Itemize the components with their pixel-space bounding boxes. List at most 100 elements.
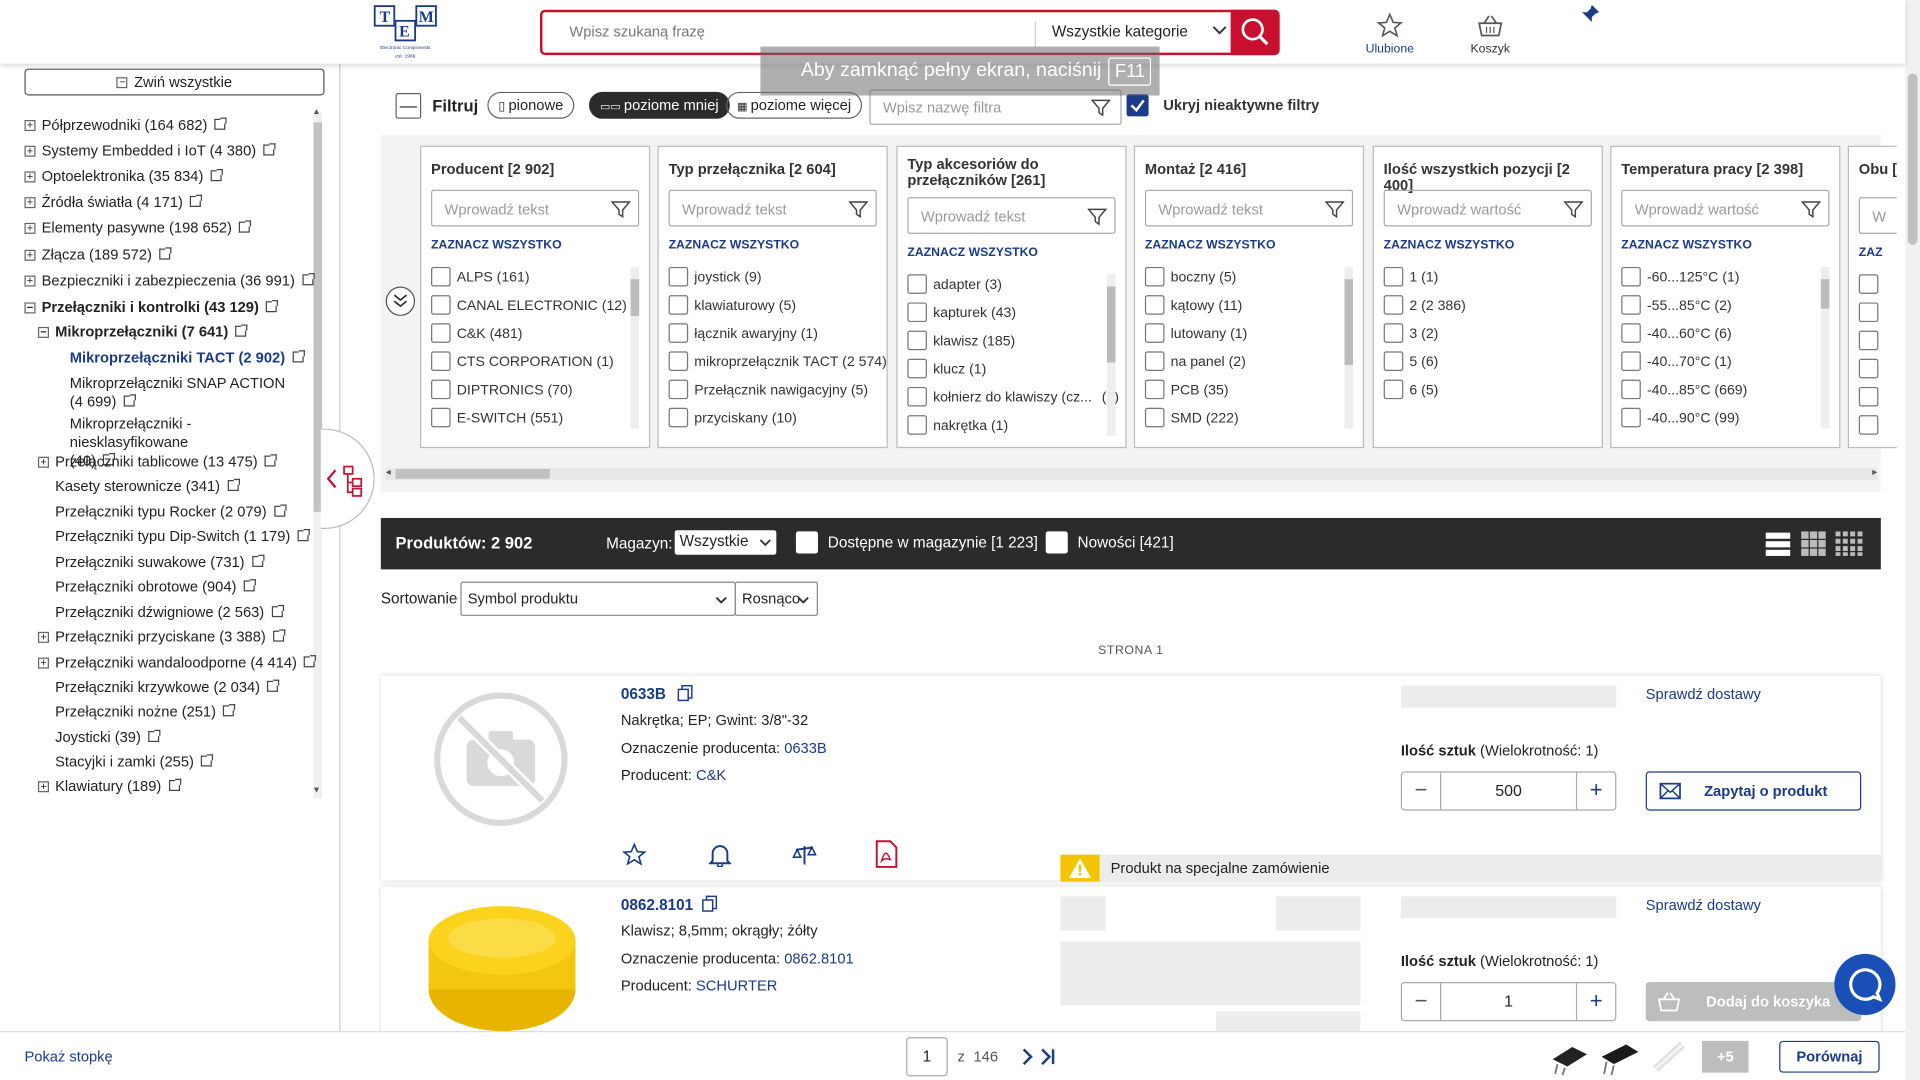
filter-option[interactable]: -40...85°C (669) (1621, 379, 1747, 400)
warehouse-select[interactable]: Wszystkie (674, 530, 777, 555)
filter-scrollbar[interactable] (1820, 266, 1830, 429)
filter-option[interactable]: 5 (6) (1383, 351, 1438, 372)
filter-option[interactable]: klucz (1) (907, 358, 986, 379)
checkbox[interactable] (1858, 302, 1879, 323)
product-symbol-link[interactable]: 0633B (621, 686, 666, 703)
external-link-icon[interactable] (201, 754, 214, 767)
filter-option[interactable]: klawiaturowy (5) (668, 295, 796, 315)
hide-inactive-checkbox[interactable] (1126, 94, 1149, 117)
filter-value-input[interactable]: Wprowadź wartość (1383, 189, 1592, 227)
last-page-icon[interactable] (1040, 1047, 1057, 1070)
external-link-icon[interactable] (266, 300, 279, 313)
check-delivery-link[interactable]: Sprawdź dostawy (1646, 686, 1761, 703)
filter-option[interactable]: 2 (2 386) (1383, 295, 1466, 315)
sidebar-item[interactable]: + Klawiatury (189) (37, 778, 181, 796)
sidebar-item[interactable]: Joysticki (39) (55, 729, 161, 747)
external-link-icon[interactable] (304, 655, 317, 668)
sidebar-item[interactable]: Przełączniki dźwigniowe (2 563) (55, 604, 284, 622)
sidebar-item[interactable]: + Złącza (189 572) (24, 246, 172, 264)
select-all-link[interactable]: ZAZNACZ WSZYSTKO (1384, 239, 1515, 252)
scrollbar-thumb[interactable] (395, 468, 550, 479)
checkbox[interactable] (668, 351, 689, 372)
scroll-left-icon[interactable]: ◂ (386, 467, 391, 478)
increase-button[interactable]: + (1575, 772, 1615, 810)
external-link-icon[interactable] (235, 324, 248, 337)
compare-more-badge[interactable]: +5 (1702, 1040, 1749, 1073)
filter-option[interactable]: -60...125°C (1) (1621, 266, 1739, 287)
filter-option[interactable]: łącznik awaryjny (1) (668, 323, 818, 343)
sidebar-item[interactable]: Mikroprzełączniki SNAP ACTION (4 699) (70, 375, 290, 412)
filter-option[interactable]: lutowany (1) (1144, 323, 1247, 343)
ask-product-button[interactable]: Zapytaj o produkt (1645, 771, 1862, 811)
external-link-icon[interactable] (302, 273, 315, 286)
filter-option[interactable]: joystick (9) (668, 266, 762, 287)
sidebar-item[interactable]: Kasety sterownicze (341) (55, 478, 240, 496)
quantity-input[interactable]: 1 (1441, 983, 1576, 1020)
checkbox[interactable] (1144, 295, 1165, 315)
sidebar-item[interactable]: + Bezpieczniki i zabezpieczenia (36 991) (24, 272, 315, 290)
checkbox[interactable] (1144, 351, 1165, 372)
filter-option[interactable]: PCB (35) (1144, 379, 1229, 400)
filter-option[interactable] (1858, 358, 1885, 379)
decrease-button[interactable]: − (1402, 983, 1442, 1021)
next-page-icon[interactable] (1019, 1047, 1036, 1070)
sidebar-item[interactable]: Stacyjki i zamki (255) (55, 753, 214, 771)
chevron-down-icon[interactable] (1211, 22, 1228, 43)
add-to-cart-button[interactable]: Dodaj do koszyka (1645, 982, 1862, 1022)
filter-option[interactable] (1858, 330, 1885, 351)
filter-option[interactable]: C&K (481) (431, 323, 522, 343)
sidebar-item[interactable]: + Systemy Embedded i IoT (4 380) (24, 142, 276, 160)
checkbox[interactable] (431, 323, 451, 343)
sidebar-item-expanded[interactable]: − Mikroprzełączniki (7 641) (37, 323, 248, 341)
filters-horizontal-scrollbar[interactable]: ◂ ▸ (385, 467, 1877, 481)
sidebar-item-expanded[interactable]: − Przełączniki i kontrolki (43 129) (24, 299, 279, 317)
filter-option[interactable]: Przełącznik nawigacyjny (5) (668, 379, 868, 400)
filter-option[interactable]: -40...90°C (99) (1621, 407, 1739, 428)
producer-link[interactable]: SCHURTER (696, 977, 777, 994)
filter-option[interactable]: kołnierz do klawiszy (cz...(1) (907, 386, 1119, 407)
grid-view-icon[interactable] (1800, 530, 1827, 561)
sidebar-item[interactable]: + Przełączniki tablicowe (13 475) (37, 453, 278, 471)
external-link-icon[interactable] (214, 117, 228, 130)
checkbox[interactable] (907, 330, 927, 351)
checkbox[interactable] (1858, 330, 1879, 351)
checkbox[interactable] (1144, 323, 1165, 343)
filter-option[interactable]: boczny (5) (1144, 266, 1236, 287)
select-all-link[interactable]: ZAZ (1859, 246, 1883, 259)
compare-scales-icon[interactable] (792, 842, 817, 870)
external-link-icon[interactable] (227, 478, 240, 492)
filter-option[interactable]: -40...70°C (1) (1621, 351, 1732, 372)
sidebar-item[interactable]: Przełączniki typu Rocker (2 079) (55, 503, 287, 521)
select-all-link[interactable]: ZAZNACZ WSZYSTKO (431, 239, 562, 252)
sidebar-item[interactable]: Przełączniki krzywkowe (2 034) (55, 678, 280, 696)
external-link-icon[interactable] (267, 679, 280, 692)
filter-option[interactable]: adapter (3) (907, 274, 1002, 294)
increase-button[interactable]: + (1575, 983, 1615, 1021)
filter-text-input[interactable]: Wprowadź tekst (668, 189, 877, 227)
filter-scrollbar[interactable] (1344, 266, 1354, 429)
favorite-star-icon[interactable] (621, 842, 647, 870)
checkbox[interactable] (907, 386, 927, 407)
dense-grid-view-icon[interactable] (1834, 530, 1863, 561)
scroll-up-icon[interactable]: ▲ (312, 108, 320, 117)
filter-value-input[interactable]: W (1858, 197, 1897, 234)
quantity-input[interactable]: 500 (1441, 773, 1576, 810)
checkbox[interactable] (1621, 295, 1641, 315)
filter-scrollbar[interactable] (1106, 274, 1116, 436)
checkbox[interactable] (1621, 323, 1641, 343)
external-link-icon[interactable] (263, 143, 276, 156)
external-link-icon[interactable] (243, 579, 257, 592)
filter-option[interactable]: mikroprzełącznik TACT (2 574) (668, 351, 887, 372)
checkbox[interactable] (668, 323, 689, 343)
filter-option[interactable]: -55...85°C (2) (1621, 295, 1732, 315)
external-link-icon[interactable] (297, 528, 310, 542)
compare-thumb-1[interactable] (1545, 1037, 1592, 1080)
sidebar-item[interactable]: Przełączniki obrotowe (904) (55, 578, 257, 596)
compare-button[interactable]: Porównaj (1779, 1040, 1880, 1073)
external-link-icon[interactable] (239, 220, 252, 233)
checkbox[interactable] (668, 266, 689, 287)
checkbox[interactable] (1383, 379, 1404, 400)
scroll-down-icon[interactable]: ▼ (312, 786, 320, 795)
filter-option[interactable] (1858, 386, 1885, 407)
filter-option[interactable]: nakrętka (1) (907, 415, 1008, 435)
